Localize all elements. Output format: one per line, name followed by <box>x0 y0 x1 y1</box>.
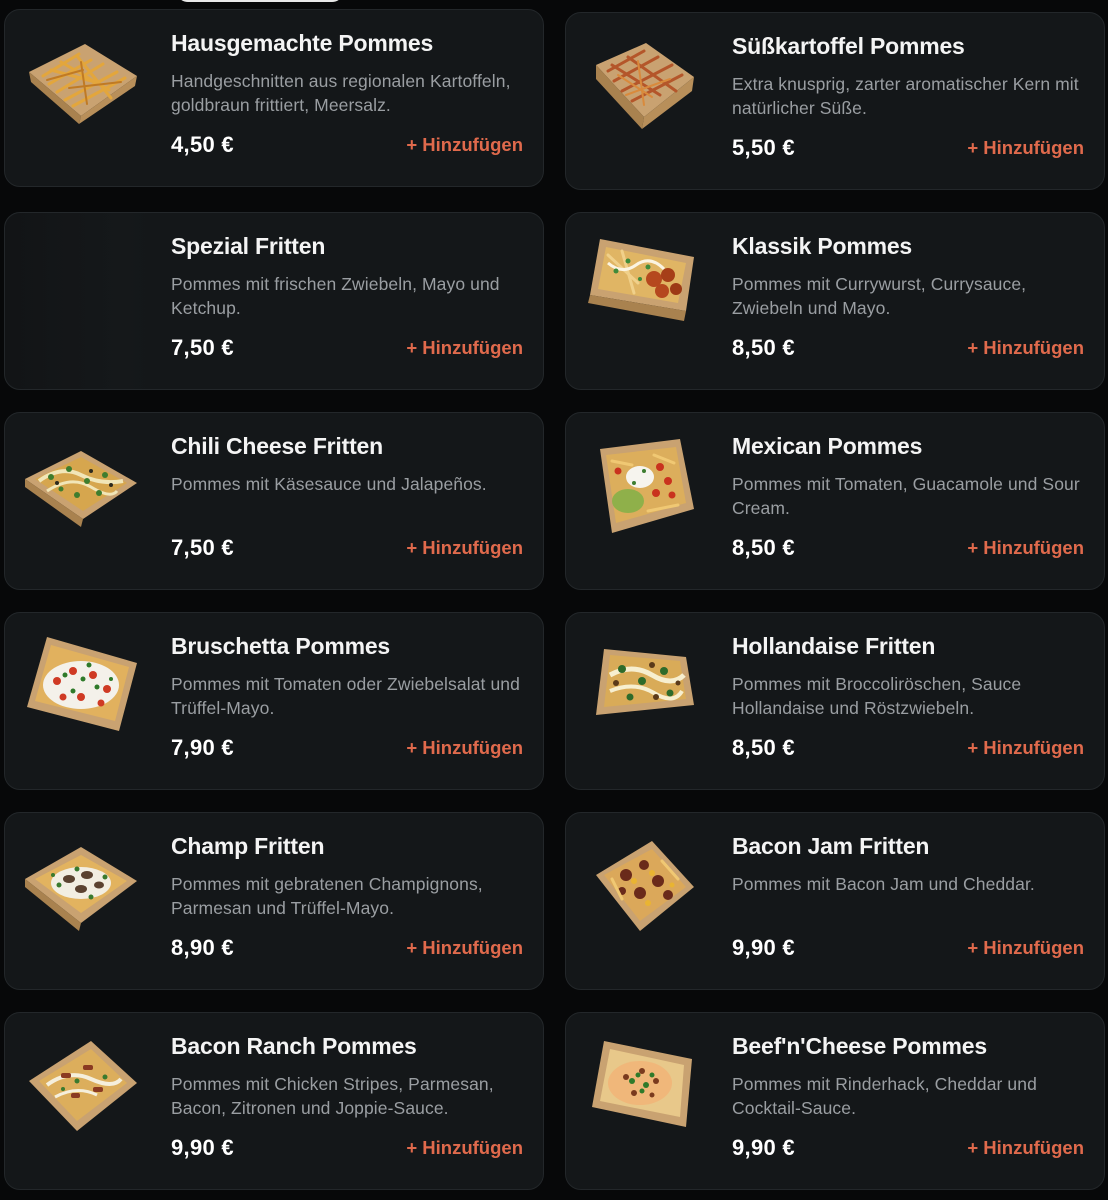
product-card[interactable]: Champ Fritten Pommes mit gebratenen Cham… <box>4 812 544 990</box>
add-to-cart-button[interactable]: + Hinzufügen <box>406 537 523 559</box>
product-description: Handgeschnitten aus regionalen Kartoffel… <box>171 71 511 115</box>
product-title: Süßkartoffel Pommes <box>732 33 965 59</box>
product-description: Pommes mit frischen Zwiebeln, Mayo und K… <box>171 274 500 318</box>
product-card[interactable]: Klassik Pommes Pommes mit Currywurst, Cu… <box>565 212 1105 390</box>
product-description: Pommes mit Broccoliröschen, Sauce Hollan… <box>732 674 1022 718</box>
add-to-cart-button[interactable]: + Hinzufügen <box>967 1137 1084 1159</box>
product-title: Chili Cheese Fritten <box>171 433 383 459</box>
add-to-cart-button[interactable]: + Hinzufügen <box>967 937 1084 959</box>
mushroom-fries-image <box>21 835 141 933</box>
product-price: 7,50 € <box>171 335 234 360</box>
add-to-cart-button[interactable]: + Hinzufügen <box>406 737 523 759</box>
product-price: 8,50 € <box>732 535 795 560</box>
add-to-cart-button[interactable]: + Hinzufügen <box>967 737 1084 759</box>
product-description: Pommes mit gebratenen Champignons, Parme… <box>171 874 483 918</box>
product-title: Klassik Pommes <box>732 233 913 259</box>
product-card[interactable]: Bacon Jam Fritten Pommes mit Bacon Jam u… <box>565 812 1105 990</box>
currywurst-fries-image <box>582 235 702 333</box>
add-to-cart-button[interactable]: + Hinzufügen <box>967 337 1084 359</box>
product-description: Pommes mit Chicken Stripes, Parmesan, Ba… <box>171 1074 494 1118</box>
add-to-cart-button[interactable]: + Hinzufügen <box>406 937 523 959</box>
product-title: Spezial Fritten <box>171 233 326 259</box>
bacon-ranch-fries-image <box>21 1035 141 1133</box>
product-title: Champ Fritten <box>171 833 325 859</box>
product-title: Hausgemachte Pommes <box>171 30 434 56</box>
product-price: 4,50 € <box>171 132 234 157</box>
product-title: Hollandaise Fritten <box>732 633 936 659</box>
menu-page: Hausgemachte Pommes Handgeschnitten aus … <box>0 0 1108 1200</box>
product-card[interactable]: Bacon Ranch Pommes Pommes mit Chicken St… <box>4 1012 544 1190</box>
add-to-cart-button[interactable]: + Hinzufügen <box>967 537 1084 559</box>
product-title: Mexican Pommes <box>732 433 923 459</box>
product-card[interactable]: Hollandaise Fritten Pommes mit Broccolir… <box>565 612 1105 790</box>
product-price: 8,50 € <box>732 335 795 360</box>
add-to-cart-button[interactable]: + Hinzufügen <box>406 337 523 359</box>
product-price: 7,90 € <box>171 735 234 760</box>
mexican-fries-image <box>582 435 702 533</box>
product-description: Pommes mit Tomaten, Guacamole und Sour C… <box>732 474 1080 518</box>
product-description: Pommes mit Tomaten oder Zwiebelsalat und… <box>171 674 520 718</box>
product-card[interactable]: Bruschetta Pommes Pommes mit Tomaten ode… <box>4 612 544 790</box>
product-price: 5,50 € <box>732 135 795 160</box>
product-description: Pommes mit Bacon Jam und Cheddar. <box>732 874 1035 894</box>
image-placeholder <box>5 213 153 389</box>
add-to-cart-button[interactable]: + Hinzufügen <box>406 1137 523 1159</box>
product-price: 8,50 € <box>732 735 795 760</box>
product-card[interactable]: Beef'n'Cheese Pommes Pommes mit Rinderha… <box>565 1012 1105 1190</box>
beef-cheese-fries-image <box>582 1035 702 1133</box>
sweet-potato-fries-image <box>582 35 702 133</box>
product-price: 9,90 € <box>732 935 795 960</box>
product-card[interactable]: Spezial Fritten Pommes mit frischen Zwie… <box>4 212 544 390</box>
product-title: Bacon Ranch Pommes <box>171 1033 417 1059</box>
product-title: Bruschetta Pommes <box>171 633 391 659</box>
product-card[interactable]: Mexican Pommes Pommes mit Tomaten, Guaca… <box>565 412 1105 590</box>
product-description: Pommes mit Currywurst, Currysauce, Zwieb… <box>732 274 1027 318</box>
product-card[interactable]: Chili Cheese Fritten Pommes mit Käsesauc… <box>4 412 544 590</box>
product-title: Beef'n'Cheese Pommes <box>732 1033 987 1059</box>
bruschetta-fries-image <box>21 635 141 733</box>
product-price: 9,90 € <box>171 1135 234 1160</box>
category-pill[interactable] <box>176 0 344 2</box>
product-price: 7,50 € <box>171 535 234 560</box>
product-description: Pommes mit Rinderhack, Cheddar und Cockt… <box>732 1074 1037 1118</box>
fries-box-image <box>21 32 141 130</box>
product-description: Extra knusprig, zarter aromatischer Kern… <box>732 74 1079 118</box>
product-card[interactable]: Süßkartoffel Pommes Extra knusprig, zart… <box>565 12 1105 190</box>
add-to-cart-button[interactable]: + Hinzufügen <box>406 134 523 156</box>
hollandaise-fries-image <box>582 635 702 733</box>
product-title: Bacon Jam Fritten <box>732 833 930 859</box>
chili-cheese-fries-image <box>21 435 141 533</box>
bacon-jam-fries-image <box>582 835 702 933</box>
product-card[interactable]: Hausgemachte Pommes Handgeschnitten aus … <box>4 9 544 187</box>
product-price: 9,90 € <box>732 1135 795 1160</box>
product-price: 8,90 € <box>171 935 234 960</box>
add-to-cart-button[interactable]: + Hinzufügen <box>967 137 1084 159</box>
product-description: Pommes mit Käsesauce und Jalapeños. <box>171 474 487 494</box>
